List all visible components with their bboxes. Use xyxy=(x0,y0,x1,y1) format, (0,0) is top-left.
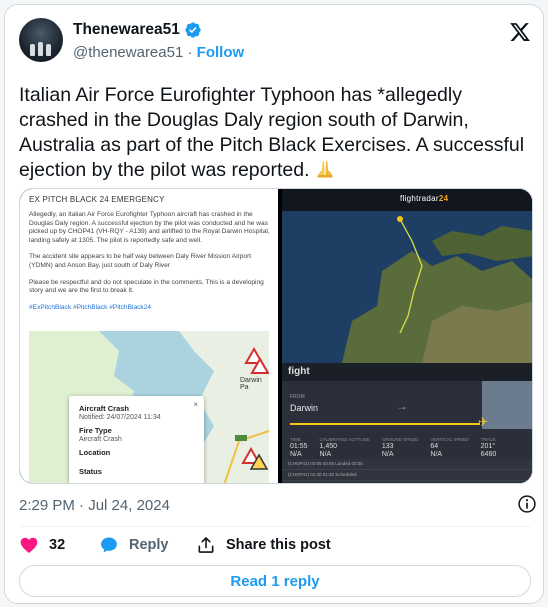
flight-progress-bar xyxy=(290,423,480,425)
media-image[interactable]: EX PITCH BLACK 24 EMERGENCY Allegedly, a… xyxy=(19,188,533,484)
flight-panel-title: fight xyxy=(288,366,310,377)
screenshot-post-panel: EX PITCH BLACK 24 EMERGENCY Allegedly, a… xyxy=(20,189,278,483)
popup-fire-type-value: Aircraft Crash xyxy=(79,436,122,443)
read-replies-label: Read 1 reply xyxy=(230,572,320,590)
tweet-body: Italian Air Force Eurofighter Typhoon ha… xyxy=(19,84,525,181)
flight-history-row: (CHOP41) 01:40 01:40 Scheduled xyxy=(282,470,532,481)
close-icon: × xyxy=(193,400,198,409)
flight-stat: GROUND SPEED 133 N/A xyxy=(381,437,419,458)
tweet-text: Italian Air Force Eurofighter Typhoon ha… xyxy=(19,83,527,183)
map-popup: × Aircraft Crash Notified: 24/07/2024 11… xyxy=(69,396,204,483)
popup-status-label: Status xyxy=(79,467,102,476)
flightradar-screenshot: flightradar24 fight FROM Darwin → ✈ TIME… xyxy=(282,189,532,483)
screenshot-post-body: Allegedly, an Italian Air Force Eurofigh… xyxy=(29,211,273,320)
share-label: Share this post xyxy=(226,537,331,553)
action-bar: 32 Reply Share this post xyxy=(19,533,331,557)
aircraft-photo xyxy=(482,381,532,429)
share-button[interactable]: Share this post xyxy=(196,535,331,555)
screenshot-paragraph: The accident site appears to be half way… xyxy=(29,253,252,269)
popup-notified: Notified: 24/07/2024 11:34 xyxy=(79,414,161,421)
reply-button[interactable]: Reply xyxy=(99,535,188,555)
screenshot-hashtags: #ExPitchBlack #PitchBlack #PitchBlack24 xyxy=(29,303,152,311)
arrow-right-icon: → xyxy=(396,399,408,413)
share-icon xyxy=(198,537,214,553)
author-handle-row: @thenewarea51 · Follow xyxy=(73,44,244,61)
like-count: 32 xyxy=(49,537,66,553)
reply-bubble-icon xyxy=(101,537,117,553)
flight-stat: TRACK 201° 6460 xyxy=(480,437,497,458)
flight-stat: VERTICAL SPEED 64 N/A xyxy=(430,437,469,458)
time-separator: · xyxy=(74,497,89,514)
avatar-figure xyxy=(30,44,35,56)
flightradar-topbar: flightradar24 xyxy=(282,189,532,211)
divider xyxy=(19,526,531,527)
flight-panel-header: fight xyxy=(282,363,532,381)
author-handle[interactable]: @thenewarea51 xyxy=(73,44,183,61)
flight-stat: CALIBRATED ALTITUDE 1,450 N/A xyxy=(319,437,370,458)
info-icon[interactable] xyxy=(517,494,537,514)
follow-button[interactable]: Follow xyxy=(197,44,245,61)
tweet-card: Thenewarea51 @thenewarea51 · Follow Ital… xyxy=(4,4,544,604)
author-name[interactable]: Thenewarea51 xyxy=(73,21,180,39)
screenshot-post-title: EX PITCH BLACK 24 EMERGENCY xyxy=(29,195,165,204)
avatar-figure xyxy=(38,42,43,56)
read-replies-button[interactable]: Read 1 reply xyxy=(19,565,531,597)
popup-location-value xyxy=(79,458,194,462)
flight-info-panel: fight FROM Darwin → ✈ TIME 01:55 N/A CALIB… xyxy=(282,363,532,483)
handle-separator: · xyxy=(187,44,193,61)
author-name-row: Thenewarea51 xyxy=(73,21,202,39)
reply-label: Reply xyxy=(129,537,169,553)
popup-fire-type-label: Fire Type xyxy=(79,426,112,435)
verified-badge-icon xyxy=(185,22,201,38)
avatar-figure xyxy=(46,44,51,56)
flightradar-logo-text: flightradar xyxy=(400,194,439,203)
heart-icon xyxy=(20,537,38,553)
like-button[interactable]: 32 xyxy=(19,535,99,555)
map-city-label: Darwin Pa xyxy=(240,377,262,391)
post-date[interactable]: Jul 24, 2024 xyxy=(88,497,170,514)
flight-stat: TIME 01:55 N/A xyxy=(290,437,308,458)
popup-location-label: Location xyxy=(79,448,111,457)
flight-history-row: (CHOP41) 03:05 03:05 Landed 03:05 xyxy=(282,459,532,470)
flightradar-logo: flightradar24 xyxy=(400,194,448,203)
flight-history: (CHOP41) 03:05 03:05 Landed 03:05 (CHOP4… xyxy=(282,459,532,483)
folded-hands-icon xyxy=(317,161,333,178)
flight-stats: TIME 01:55 N/A CALIBRATED ALTITUDE 1,450 N/A… xyxy=(290,437,530,458)
flightradar-logo-num: 24 xyxy=(438,194,449,203)
origin-city: Darwin xyxy=(290,403,319,413)
timestamp[interactable]: 2:29 PM · Jul 24, 2024 xyxy=(19,497,170,514)
screenshot-paragraph: Allegedly, an Italian Air Force Eurofigh… xyxy=(29,211,270,244)
fire-map: Darwin Pa × Aircraft Crash Notified: 24/… xyxy=(29,331,269,483)
popup-title: Aircraft Crash xyxy=(79,404,130,413)
x-logo-icon[interactable] xyxy=(509,21,531,43)
origin-label: FROM xyxy=(290,394,305,400)
post-time[interactable]: 2:29 PM xyxy=(19,497,75,514)
screenshot-paragraph: Please be respectful and do not speculat… xyxy=(29,278,264,295)
airplane-icon: ✈ xyxy=(478,415,489,429)
avatar[interactable] xyxy=(19,18,63,62)
satellite-map xyxy=(282,211,532,363)
